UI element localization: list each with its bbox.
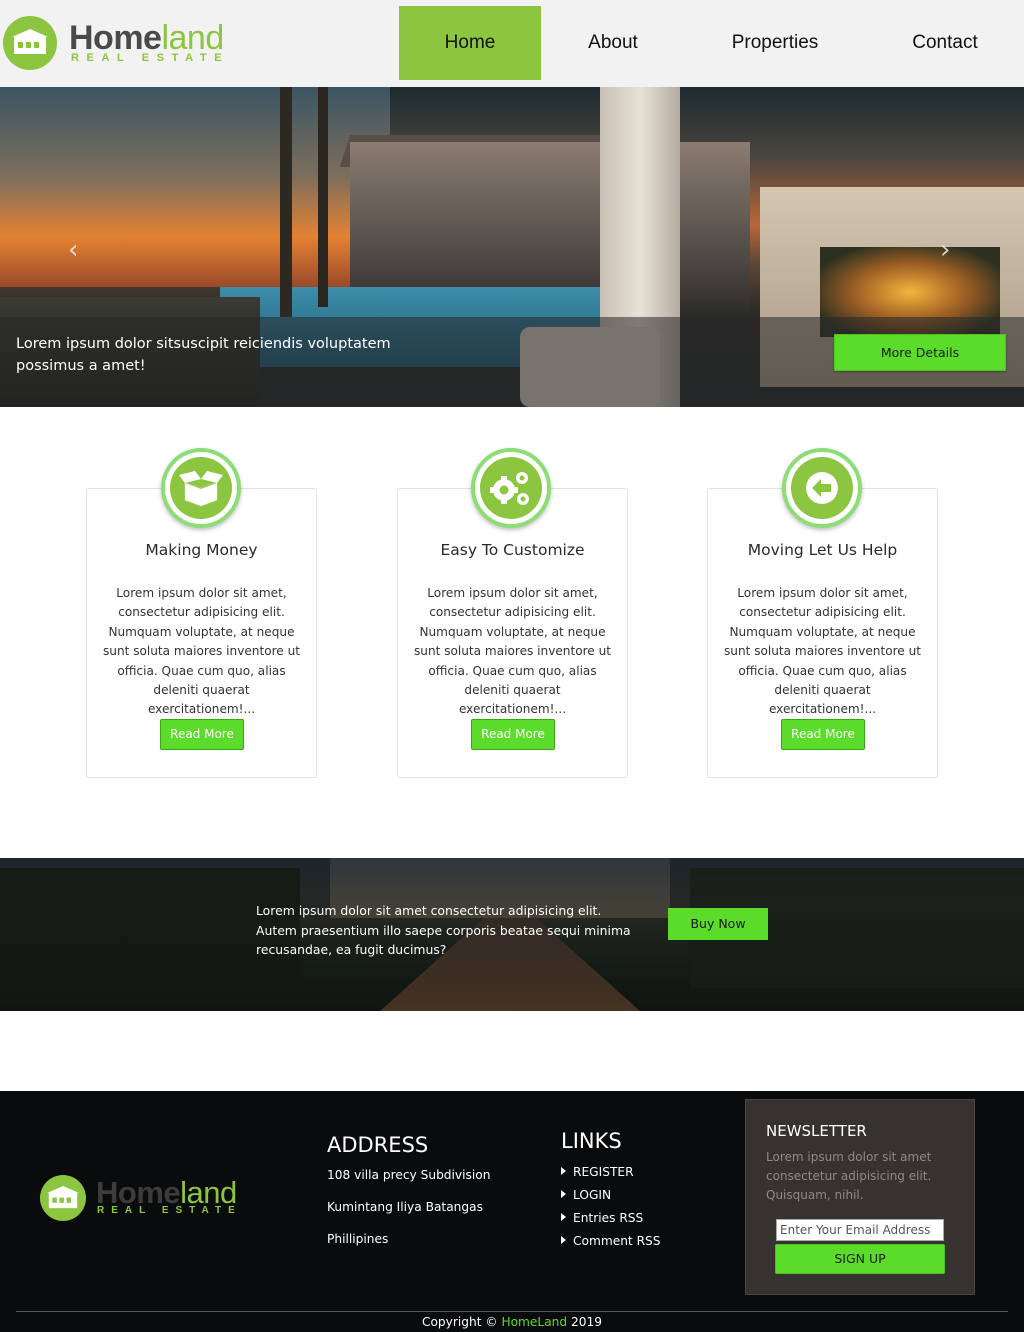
address-line: 108 villa precy Subdivision <box>327 1168 491 1182</box>
hero-sky <box>0 87 390 287</box>
site-header: Homeland REAL ESTATE Home About Properti… <box>0 0 1024 87</box>
feature-card: Moving Let Us Help Lorem ipsum dolor sit… <box>707 488 938 778</box>
copyright: Copyright © HomeLand 2019 <box>421 1315 603 1329</box>
chevron-left-icon[interactable]: ‹ <box>68 235 78 265</box>
read-more-button[interactable]: Read More <box>471 719 555 750</box>
footer-link-login[interactable]: LOGIN <box>561 1188 611 1202</box>
logo-tagline: REAL ESTATE <box>71 52 230 64</box>
links-heading: LINKS <box>561 1129 622 1153</box>
footer-link-comment-rss[interactable]: Comment RSS <box>561 1234 661 1248</box>
hero-palm <box>318 87 328 307</box>
footer-link-register[interactable]: REGISTER <box>561 1165 634 1179</box>
site-logo[interactable]: Homeland REAL ESTATE <box>3 16 253 72</box>
read-more-button[interactable]: Read More <box>160 719 244 750</box>
newsletter-box: NEWSLETTER Lorem ipsum dolor sit amet co… <box>745 1099 975 1295</box>
feature-text: Lorem ipsum dolor sit amet, consectetur … <box>413 586 611 717</box>
hero-caption: Lorem ipsum dolor sitsuscipit reiciendis… <box>16 336 391 374</box>
newsletter-email-input[interactable] <box>776 1219 944 1241</box>
nav-properties[interactable]: Properties <box>700 6 850 80</box>
caret-right-icon <box>561 1236 566 1244</box>
sign-up-button[interactable]: SIGN UP <box>775 1244 945 1274</box>
nav-about[interactable]: About <box>553 6 673 80</box>
logo-tagline: REAL ESTATE <box>97 1205 242 1216</box>
nav-home[interactable]: Home <box>399 6 541 80</box>
chevron-right-icon[interactable]: › <box>940 235 950 265</box>
caret-right-icon <box>561 1190 566 1198</box>
footer-divider <box>16 1311 1008 1312</box>
cta-text: Lorem ipsum dolor sit amet consectetur a… <box>256 903 631 957</box>
feature-badge <box>161 448 241 528</box>
address-heading: ADDRESS <box>327 1133 429 1157</box>
feature-title: Making Money <box>145 541 258 559</box>
hero-palm <box>280 87 292 317</box>
feature-text: Lorem ipsum dolor sit amet, consectetur … <box>102 586 300 717</box>
buy-now-button[interactable]: Buy Now <box>668 908 768 940</box>
feature-badge <box>471 448 551 528</box>
gears-icon <box>480 457 542 519</box>
newsletter-text: Lorem ipsum dolor sit amet consectetur a… <box>766 1150 932 1202</box>
read-more-button[interactable]: Read More <box>781 719 865 750</box>
feature-text: Lorem ipsum dolor sit amet, consectetur … <box>723 586 921 717</box>
house-icon <box>40 1175 86 1221</box>
caret-right-icon <box>561 1167 566 1175</box>
copyright-brand-link[interactable]: HomeLand <box>501 1315 567 1329</box>
feature-card: Easy To Customize Lorem ipsum dolor sit … <box>397 488 628 778</box>
feature-title: Easy To Customize <box>440 541 585 559</box>
box-icon <box>170 457 232 519</box>
hero-slider: ‹ › Lorem ipsum dolor sitsuscipit reicie… <box>0 87 1024 407</box>
more-details-button[interactable]: More Details <box>834 334 1006 371</box>
address-line: Kumintang Iliya Batangas <box>327 1200 483 1214</box>
house-icon <box>3 16 57 70</box>
feature-title: Moving Let Us Help <box>747 541 898 559</box>
newsletter-heading: NEWSLETTER <box>766 1122 867 1140</box>
caret-right-icon <box>561 1213 566 1221</box>
feature-card: Making Money Lorem ipsum dolor sit amet,… <box>86 488 317 778</box>
nav-contact[interactable]: Contact <box>885 6 1005 80</box>
feature-badge <box>782 448 862 528</box>
footer-link-entries-rss[interactable]: Entries RSS <box>561 1211 643 1225</box>
arrow-left-circle-icon <box>791 457 853 519</box>
address-line: Phillipines <box>327 1232 389 1246</box>
footer-logo[interactable]: Homeland REAL ESTATE <box>40 1175 260 1225</box>
